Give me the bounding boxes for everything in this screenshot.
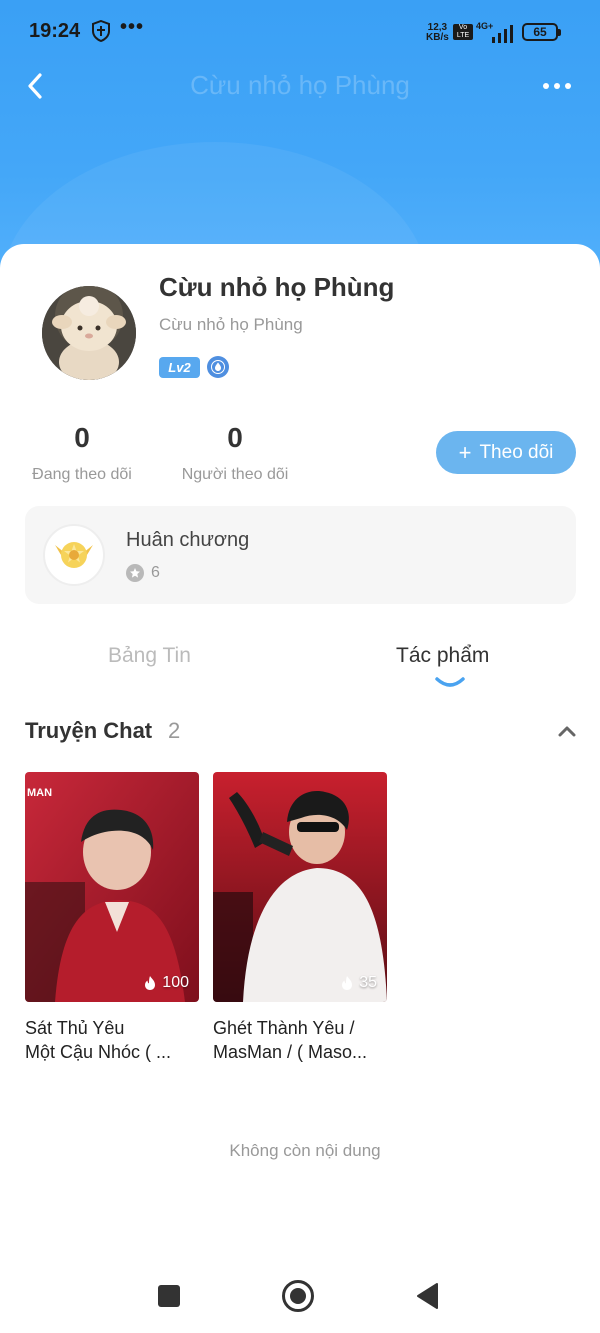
following-label: Đang theo dõi xyxy=(32,466,132,483)
more-dot-icon xyxy=(565,83,571,89)
story-title[interactable]: Ghét Thành Yêu / MasMan / ( Maso... xyxy=(213,1016,387,1064)
story-heat: 100 xyxy=(143,974,189,992)
end-of-content-text: Không còn nội dung xyxy=(229,1141,381,1160)
plus-icon: + xyxy=(458,439,472,465)
story-title[interactable]: Sát Thủ Yêu Một Cậu Nhóc ( ... xyxy=(25,1016,199,1064)
volte-top: Vo xyxy=(458,24,468,31)
following-count: 0 xyxy=(74,422,90,453)
more-options-button[interactable] xyxy=(536,70,578,102)
home-icon[interactable] xyxy=(282,1280,314,1312)
back-button[interactable] xyxy=(18,68,52,104)
chevron-left-icon xyxy=(28,73,42,99)
section-title: Truyện Chat xyxy=(25,718,153,743)
story-title-line2: MasMan / ( Maso... xyxy=(213,1042,368,1062)
profile-name: Cừu nhỏ họ Phùng xyxy=(159,272,395,302)
battery-icon: 65 xyxy=(522,23,561,41)
medals-title: Huân chương xyxy=(126,529,250,551)
status-more-notifications: ••• xyxy=(120,16,145,38)
medal-icon xyxy=(43,524,105,586)
shield-icon xyxy=(92,20,110,42)
story-heat-value: 35 xyxy=(359,974,377,991)
more-dot-icon xyxy=(543,83,549,89)
story-title-line1: Sát Thủ Yêu xyxy=(25,1018,125,1038)
chevron-up-icon xyxy=(558,726,576,737)
story-title-line1: Ghét Thành Yêu / xyxy=(213,1018,355,1038)
network-indicator: 4G+ xyxy=(476,21,516,43)
recent-apps-icon[interactable] xyxy=(158,1285,180,1307)
story-card[interactable]: 35 Ghét Thành Yêu / MasMan / ( Maso... xyxy=(213,772,387,1064)
status-bar: 19:24 ••• 12,3 KB/s Vo LTE 4G+ 65 xyxy=(0,0,600,64)
medals-count-value: 6 xyxy=(151,564,160,581)
water-drop-badge-icon xyxy=(207,356,229,378)
story-heat: 35 xyxy=(340,974,377,992)
level-badge: Lv2 xyxy=(159,357,200,378)
network-speed-unit: KB/s xyxy=(426,32,449,43)
volte-bottom: LTE xyxy=(456,32,470,39)
story-heat-value: 100 xyxy=(162,974,189,991)
sheep-plush-avatar-icon xyxy=(42,286,136,380)
star-icon xyxy=(126,564,144,582)
tab-works[interactable]: Tác phẩm xyxy=(396,644,489,668)
profile-subtitle: Cừu nhỏ họ Phùng xyxy=(159,315,303,334)
volte-badge: Vo LTE xyxy=(453,24,473,40)
avatar[interactable] xyxy=(42,286,136,380)
story-cover-image xyxy=(213,772,387,1002)
followers-count: 0 xyxy=(227,422,243,453)
network-speed: 12,3 KB/s xyxy=(426,23,449,43)
flame-icon xyxy=(342,976,353,990)
collapse-button[interactable] xyxy=(554,718,580,744)
story-title-line2: Một Cậu Nhóc ( ... xyxy=(25,1042,172,1062)
flame-icon xyxy=(145,976,156,990)
medals-card[interactable]: Huân chương 6 xyxy=(25,506,576,604)
followers-stat[interactable]: 0 Người theo dõi xyxy=(172,422,298,484)
cover-text: MAN xyxy=(27,787,52,799)
story-thumbnail[interactable]: 35 xyxy=(213,772,387,1002)
following-stat[interactable]: 0 Đang theo dõi xyxy=(22,422,142,484)
more-dot-icon xyxy=(554,83,560,89)
follow-button[interactable]: + Theo dõi xyxy=(436,431,576,474)
story-thumbnail[interactable]: MAN 100 xyxy=(25,772,199,1002)
back-triangle-icon[interactable] xyxy=(416,1282,438,1310)
signal-icon xyxy=(492,25,513,43)
story-cover-image: MAN xyxy=(25,772,199,1002)
follow-button-label: Theo dõi xyxy=(479,441,554,463)
section-count: 2 xyxy=(168,718,181,743)
tab-feed[interactable]: Bảng Tin xyxy=(108,644,191,668)
followers-label: Người theo dõi xyxy=(181,466,289,483)
active-tab-indicator xyxy=(435,677,465,687)
status-time: 19:24 xyxy=(29,20,81,42)
system-navigation-bar xyxy=(0,1260,600,1333)
story-card[interactable]: MAN 100 Sát Thủ Yêu Một Cậu Nhóc ( ... xyxy=(25,772,199,1064)
medals-count: 6 xyxy=(126,564,160,582)
page-title: Cừu nhỏ họ Phùng xyxy=(190,70,410,100)
